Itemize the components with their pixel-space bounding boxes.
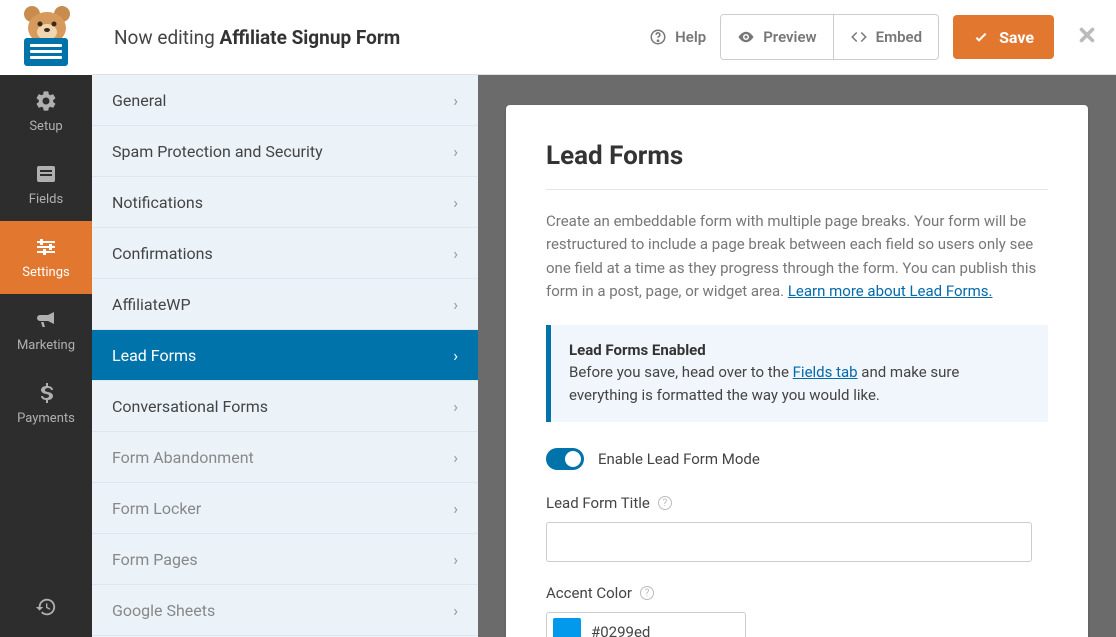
eye-icon bbox=[737, 28, 755, 46]
enable-toggle-label: Enable Lead Form Mode bbox=[598, 450, 760, 468]
history-button[interactable] bbox=[0, 577, 92, 637]
nav-payments[interactable]: Payments bbox=[0, 367, 92, 440]
settings-item-general[interactable]: General › bbox=[92, 75, 478, 126]
settings-item-spam-protection-and-security[interactable]: Spam Protection and Security › bbox=[92, 126, 478, 177]
callout-before: Before you save, head over to the bbox=[569, 363, 793, 381]
nav-label: Payments bbox=[17, 411, 75, 426]
nav-setup[interactable]: Setup bbox=[0, 75, 92, 148]
accent-color-label: Accent Color ? bbox=[546, 584, 1048, 602]
code-icon bbox=[850, 28, 868, 46]
settings-item-form-abandonment[interactable]: Form Abandonment › bbox=[92, 432, 478, 483]
settings-item-label: General bbox=[112, 91, 166, 110]
close-icon bbox=[1076, 24, 1098, 46]
topbar: Now editing Affiliate Signup Form Help P… bbox=[92, 0, 1116, 75]
lead-forms-panel: Lead Forms Create an embeddable form wit… bbox=[506, 105, 1088, 637]
dollar-icon bbox=[34, 381, 58, 405]
fields-tab-link[interactable]: Fields tab bbox=[793, 363, 858, 381]
close-button[interactable] bbox=[1076, 24, 1098, 50]
lead-form-title-input[interactable] bbox=[546, 522, 1032, 562]
embed-button[interactable]: Embed bbox=[833, 15, 938, 59]
editing-form-name: Affiliate Signup Form bbox=[220, 26, 401, 49]
settings-item-form-pages[interactable]: Form Pages › bbox=[92, 534, 478, 585]
settings-item-conversational-forms[interactable]: Conversational Forms › bbox=[92, 381, 478, 432]
settings-item-label: Conversational Forms bbox=[112, 397, 268, 416]
settings-item-label: Form Pages bbox=[112, 550, 198, 569]
chevron-right-icon: › bbox=[453, 295, 458, 314]
nav-label: Setup bbox=[29, 119, 62, 134]
panel-heading: Lead Forms bbox=[546, 141, 1048, 171]
history-icon bbox=[35, 596, 57, 618]
page-title: Now editing Affiliate Signup Form bbox=[114, 26, 400, 49]
accent-label-text: Accent Color bbox=[546, 584, 632, 602]
chevron-right-icon: › bbox=[453, 601, 458, 620]
settings-item-label: Lead Forms bbox=[112, 346, 196, 365]
help-icon bbox=[649, 28, 667, 46]
preview-button[interactable]: Preview bbox=[721, 15, 832, 59]
settings-item-label: Confirmations bbox=[112, 244, 213, 263]
help-label: Help bbox=[675, 28, 706, 46]
nav-label: Fields bbox=[29, 192, 63, 207]
chevron-right-icon: › bbox=[453, 244, 458, 263]
settings-item-google-sheets[interactable]: Google Sheets › bbox=[92, 585, 478, 636]
settings-item-label: Spam Protection and Security bbox=[112, 142, 323, 161]
chevron-right-icon: › bbox=[453, 499, 458, 518]
panel-description: Create an embeddable form with multiple … bbox=[546, 210, 1048, 303]
divider bbox=[546, 189, 1048, 190]
help-button[interactable]: Help bbox=[649, 28, 706, 46]
enable-lead-form-toggle[interactable] bbox=[546, 448, 584, 470]
form-icon bbox=[34, 162, 58, 186]
title-label-text: Lead Form Title bbox=[546, 494, 650, 512]
enabled-callout: Lead Forms Enabled Before you save, head… bbox=[546, 325, 1048, 422]
chevron-right-icon: › bbox=[453, 193, 458, 212]
settings-menu: General›Spam Protection and Security›Not… bbox=[92, 75, 478, 637]
chevron-right-icon: › bbox=[453, 91, 458, 110]
settings-item-confirmations[interactable]: Confirmations › bbox=[92, 228, 478, 279]
settings-item-label: Notifications bbox=[112, 193, 203, 212]
settings-item-notifications[interactable]: Notifications › bbox=[92, 177, 478, 228]
chevron-right-icon: › bbox=[453, 448, 458, 467]
settings-item-form-locker[interactable]: Form Locker › bbox=[92, 483, 478, 534]
save-button[interactable]: Save bbox=[953, 15, 1054, 59]
gear-icon bbox=[34, 89, 58, 113]
help-hint-icon[interactable]: ? bbox=[658, 496, 672, 510]
learn-more-link[interactable]: Learn more about Lead Forms. bbox=[788, 282, 993, 300]
sliders-icon bbox=[34, 235, 58, 259]
settings-item-affiliatewp[interactable]: AffiliateWP › bbox=[92, 279, 478, 330]
nav-marketing[interactable]: Marketing bbox=[0, 294, 92, 367]
nav-settings[interactable]: Settings bbox=[0, 221, 92, 294]
chevron-right-icon: › bbox=[453, 142, 458, 161]
chevron-right-icon: › bbox=[453, 346, 458, 365]
save-label: Save bbox=[999, 28, 1034, 47]
help-hint-icon[interactable]: ? bbox=[640, 586, 654, 600]
app-logo bbox=[0, 0, 92, 75]
nav-label: Marketing bbox=[17, 338, 75, 353]
bullhorn-icon bbox=[34, 308, 58, 332]
color-swatch bbox=[553, 618, 581, 637]
nav-label: Settings bbox=[22, 265, 69, 280]
color-value: #0299ed bbox=[591, 623, 650, 637]
preview-embed-group: Preview Embed bbox=[720, 14, 939, 60]
settings-item-label: Form Abandonment bbox=[112, 448, 254, 467]
chevron-right-icon: › bbox=[453, 397, 458, 416]
check-icon bbox=[973, 29, 989, 45]
editing-prefix: Now editing bbox=[114, 26, 220, 49]
embed-label: Embed bbox=[876, 28, 922, 46]
settings-item-label: Google Sheets bbox=[112, 601, 215, 620]
left-icon-bar: Setup Fields Settings Marketing Payments bbox=[0, 0, 92, 637]
nav-fields[interactable]: Fields bbox=[0, 148, 92, 221]
settings-item-label: Form Locker bbox=[112, 499, 201, 518]
chevron-right-icon: › bbox=[453, 550, 458, 569]
callout-title: Lead Forms Enabled bbox=[569, 341, 1030, 359]
lead-form-title-label: Lead Form Title ? bbox=[546, 494, 1048, 512]
settings-item-label: AffiliateWP bbox=[112, 295, 191, 314]
settings-item-lead-forms[interactable]: Lead Forms › bbox=[92, 330, 478, 381]
accent-color-field[interactable]: #0299ed bbox=[546, 612, 746, 637]
preview-label: Preview bbox=[763, 28, 816, 46]
callout-body: Before you save, head over to the Fields… bbox=[569, 361, 1030, 406]
